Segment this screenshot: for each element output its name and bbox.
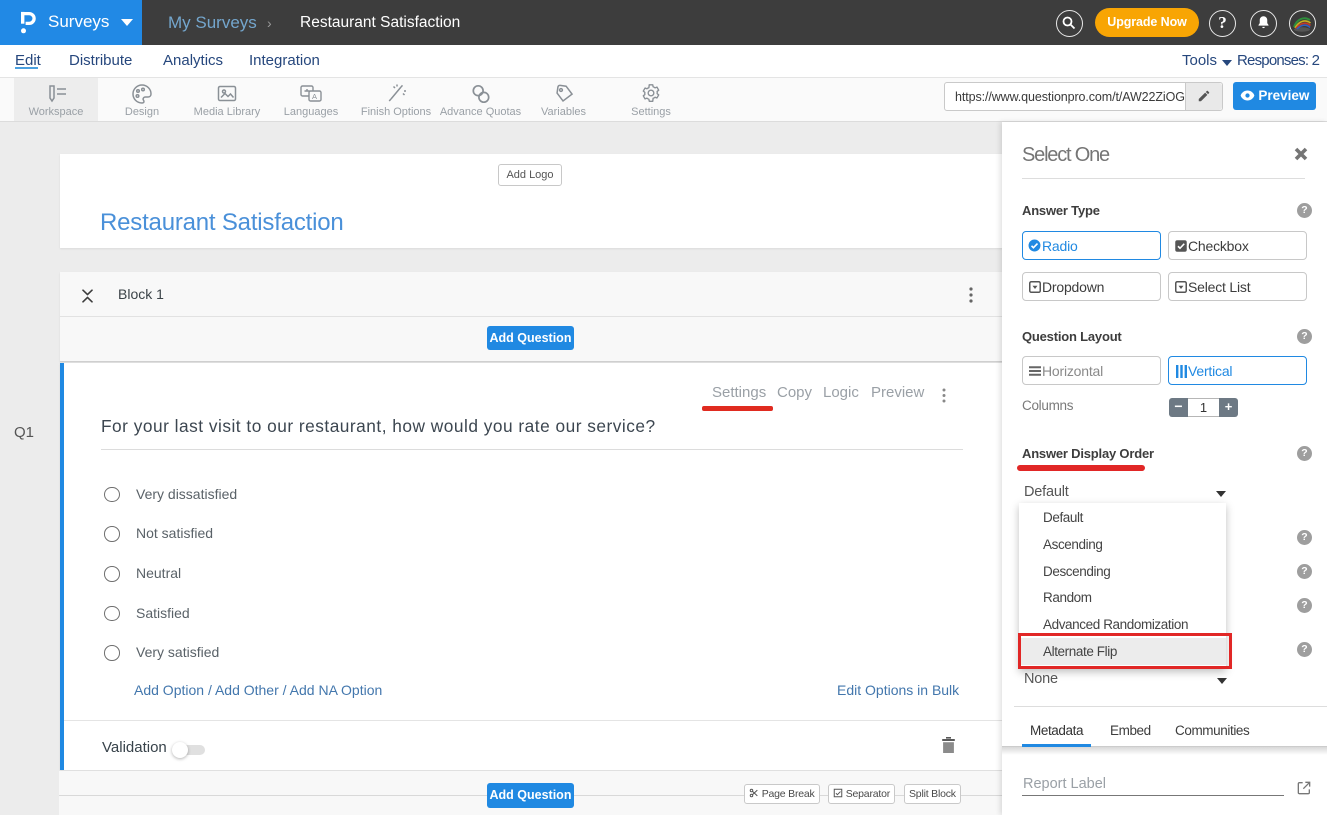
svg-text:A: A [312,92,317,101]
